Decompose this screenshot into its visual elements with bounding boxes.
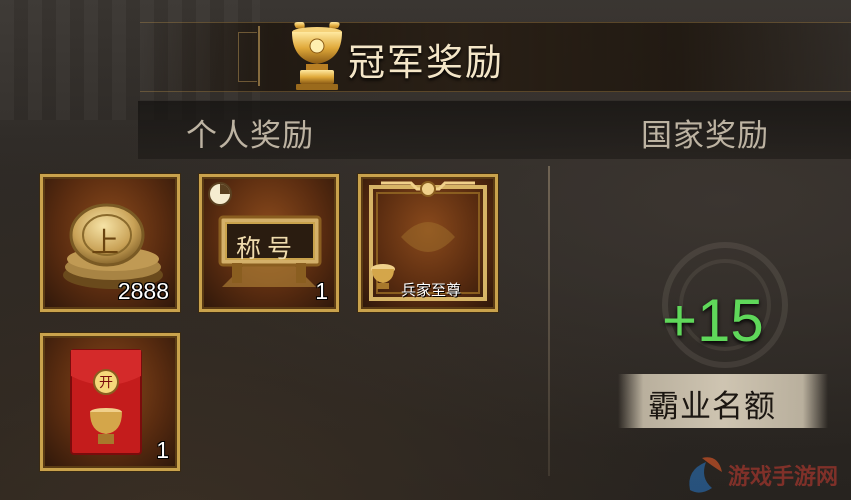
tab-national-rewards[interactable]: 国家奖励 xyxy=(641,110,769,155)
reward-item-red-envelope[interactable]: 开 1 xyxy=(40,333,180,471)
column-divider xyxy=(548,166,550,476)
reward-item-title[interactable]: 称号 1 xyxy=(199,174,339,312)
item-count: 2888 xyxy=(117,278,169,304)
national-bonus-value: +15 xyxy=(662,287,764,354)
title-plaque-text: 称号 xyxy=(236,234,299,263)
watermark-text: 游戏手游网 xyxy=(728,465,839,490)
reward-item-frame[interactable]: 兵家至尊 xyxy=(358,174,498,312)
reward-panel: 冠军奖励 个人奖励 国家奖励 上 2888 称号 1 兵家至尊 开 1 +15 … xyxy=(0,0,851,500)
golden-cauldron-icon xyxy=(292,22,342,90)
tab-personal-rewards[interactable]: 个人奖励 xyxy=(186,110,314,155)
item-count: 1 xyxy=(315,278,328,304)
page-title: 冠军奖励 xyxy=(348,41,504,84)
reward-item-coins[interactable]: 上 2888 xyxy=(40,174,180,312)
item-count: 1 xyxy=(156,437,169,463)
frame-caption: 兵家至尊 xyxy=(401,281,462,299)
coin-character: 上 xyxy=(91,226,120,259)
envelope-character: 开 xyxy=(99,375,113,391)
quota-label: 霸业名额 xyxy=(648,389,776,425)
timer-icon xyxy=(208,182,232,206)
